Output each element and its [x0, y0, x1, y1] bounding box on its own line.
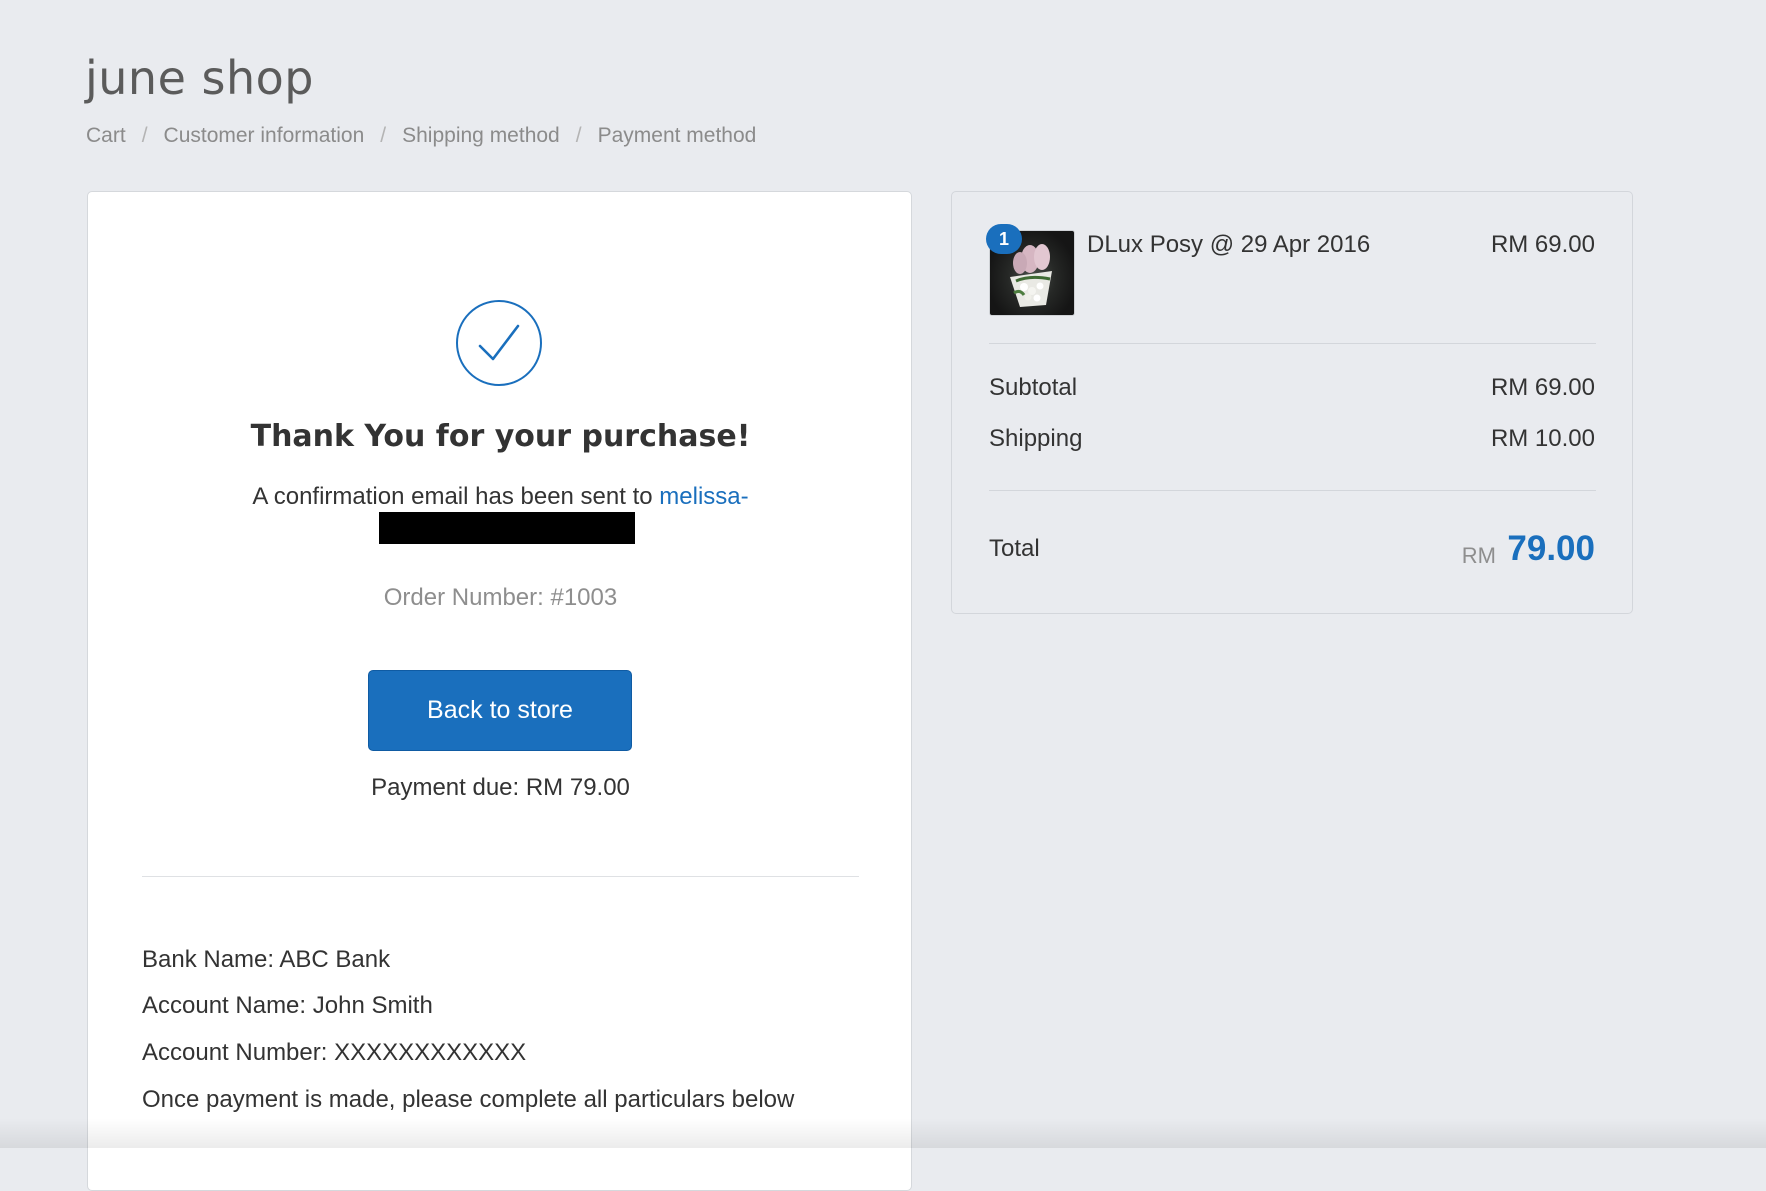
shipping-value: RM 10.00 — [1490, 425, 1595, 452]
checkmark-glyph — [478, 324, 520, 361]
breadcrumb-separator: / — [141, 124, 148, 147]
breadcrumb: Cart / Customer information / Shipping m… — [86, 124, 756, 148]
shipping-label: Shipping — [989, 425, 1083, 452]
customer-email-link[interactable]: melissa- — [659, 483, 748, 510]
check-icon — [456, 300, 542, 386]
total-label: Total — [989, 535, 1040, 562]
breadcrumb-customer-information[interactable]: Customer information — [164, 124, 365, 148]
redacted-email-block — [379, 512, 635, 544]
product-price: RM 69.00 — [1490, 231, 1595, 258]
checkout-page: june shop Cart / Customer information / … — [0, 0, 1766, 1191]
bank-name: Bank Name: ABC Bank — [142, 946, 391, 973]
account-name: Account Name: John Smith — [142, 992, 433, 1019]
order-summary: 1 DLux Posy @ 29 Apr 2016 RM 69.00 Subto… — [951, 191, 1633, 614]
breadcrumb-separator: / — [380, 124, 387, 147]
breadcrumb-separator: / — [575, 124, 582, 147]
confirmation-email-message: A confirmation email has been sent to me… — [88, 482, 913, 512]
back-to-store-button[interactable]: Back to store — [368, 670, 632, 751]
total-amount: 79.00 — [1507, 529, 1595, 568]
breadcrumb-shipping-method[interactable]: Shipping method — [402, 124, 560, 148]
shop-name[interactable]: june shop — [85, 48, 314, 108]
summary-divider — [989, 343, 1596, 344]
confirmation-email-text: A confirmation email has been sent to — [252, 483, 660, 510]
subtotal-value: RM 69.00 — [1490, 374, 1595, 401]
breadcrumb-payment-method[interactable]: Payment method — [598, 124, 757, 148]
summary-divider — [989, 490, 1596, 491]
payment-due: Payment due: RM 79.00 — [371, 774, 630, 801]
payment-instructions: Once payment is made, please complete al… — [142, 1086, 795, 1113]
quantity-badge: 1 — [986, 224, 1022, 254]
order-number: Order Number: #1003 — [383, 584, 618, 611]
breadcrumb-cart[interactable]: Cart — [86, 124, 126, 148]
divider — [142, 876, 859, 877]
account-number: Account Number: XXXXXXXXXXXX — [142, 1039, 527, 1066]
total-currency: RM — [1461, 543, 1496, 568]
product-thumbnail: 1 — [986, 224, 1075, 316]
thank-you-heading: Thank You for your purchase! — [250, 419, 751, 454]
subtotal-label: Subtotal — [989, 374, 1078, 401]
order-confirmation-card: Thank You for your purchase! A confirmat… — [87, 191, 912, 1191]
product-name: DLux Posy @ 29 Apr 2016 — [1087, 231, 1371, 258]
